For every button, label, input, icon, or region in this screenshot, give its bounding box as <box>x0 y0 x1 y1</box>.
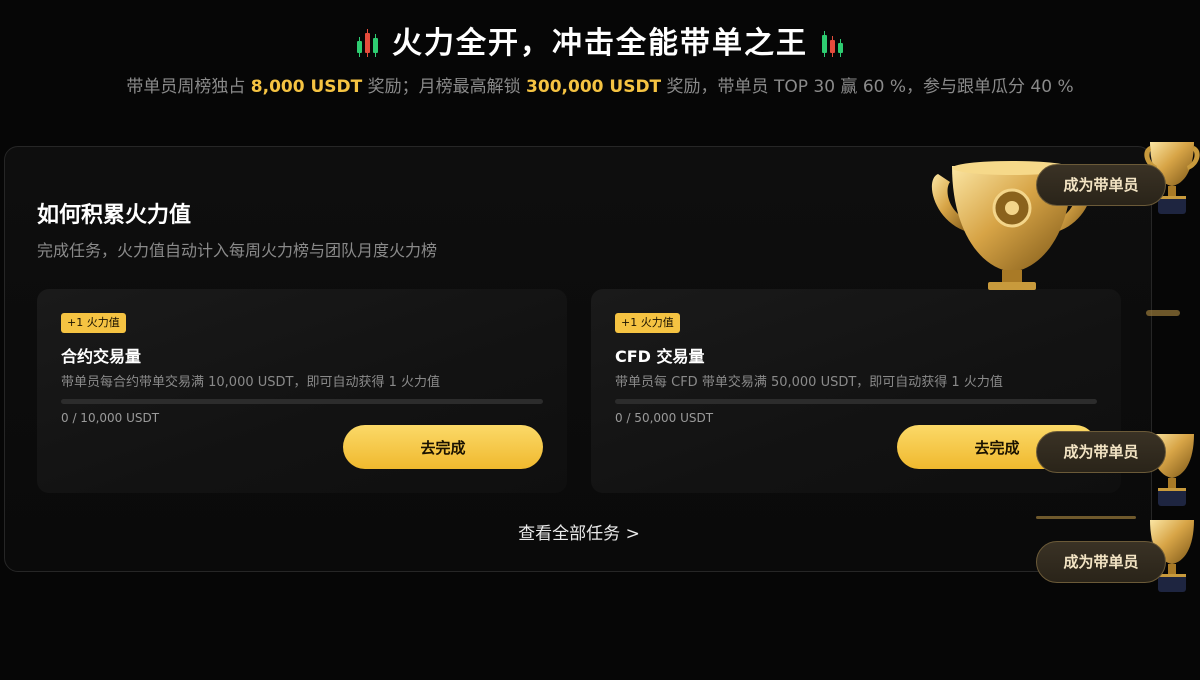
task-title: 合约交易量 <box>61 347 142 366</box>
hero-subtitle: 带单员周榜独占 8,000 USDT 奖励；月榜最高解锁 300,000 USD… <box>0 72 1200 97</box>
firepower-badge: +1 火力值 <box>61 313 126 333</box>
become-leader-button[interactable]: 成为带单员 <box>1036 541 1166 583</box>
hero-title: 火力全开，冲击全能带单之王 <box>0 18 1200 62</box>
panel-title: 如何积累火力值 <box>37 203 192 228</box>
decorative-divider <box>1036 516 1136 519</box>
panel-subtitle: 完成任务，火力值自动计入每周火力榜与团队月度火力榜 <box>37 241 438 260</box>
become-leader-button[interactable]: 成为带单员 <box>1036 164 1166 206</box>
task-progress-bar <box>615 399 1097 404</box>
task-title: CFD 交易量 <box>615 347 705 366</box>
candlestick-icon <box>357 27 378 57</box>
become-leader-button[interactable]: 成为带单员 <box>1036 431 1166 473</box>
view-all-tasks-link[interactable]: 查看全部任务 > <box>5 519 1153 544</box>
task-progress-text: 0 / 50,000 USDT <box>615 411 714 425</box>
candlestick-icon <box>822 27 843 57</box>
hero-sub-mid: 奖励；月榜最高解锁 <box>362 77 527 97</box>
task-description: 带单员每合约带单交易满 10,000 USDT，即可自动获得 1 火力值 <box>61 375 441 390</box>
hero-sub-prefix: 带单员周榜独占 <box>126 77 251 97</box>
task-progress-text: 0 / 10,000 USDT <box>61 411 160 425</box>
hero-sub-suffix: 奖励，带单员 TOP 30 赢 60 %，参与跟单瓜分 40 % <box>661 77 1074 97</box>
task-description: 带单员每 CFD 带单交易满 50,000 USDT，即可自动获得 1 火力值 <box>615 375 1003 390</box>
task-card-futures: +1 火力值 合约交易量 带单员每合约带单交易满 10,000 USDT，即可自… <box>37 289 567 493</box>
firepower-badge: +1 火力值 <box>615 313 680 333</box>
decorative-divider <box>1146 310 1180 316</box>
task-progress-bar <box>61 399 543 404</box>
hero-title-text: 火力全开，冲击全能带单之王 <box>392 26 808 61</box>
go-complete-button[interactable]: 去完成 <box>343 425 543 469</box>
weekly-reward-amount: 8,000 USDT <box>250 77 363 97</box>
monthly-reward-amount: 300,000 USDT <box>526 77 662 97</box>
